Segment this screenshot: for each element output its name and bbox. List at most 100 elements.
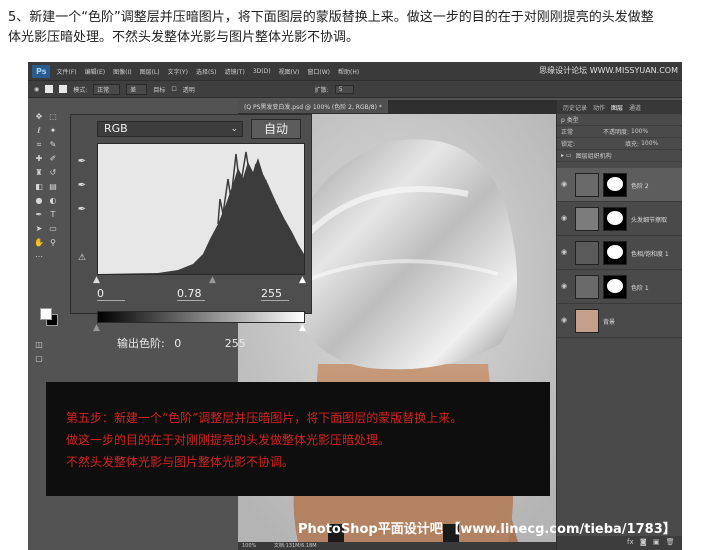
option-swatch-2[interactable] [59,85,68,93]
target-label: 目标 [153,86,166,94]
eraser-tool-icon[interactable]: ◧ [34,182,44,192]
doc-size-readout: 文档:131M/6.18M [273,543,317,549]
input-mid-field[interactable]: 0.78 [177,287,205,301]
type-tool-icon[interactable]: T [48,210,58,220]
layers-footer: fx ◙ ▣ 🗑 [557,536,682,550]
menu-select[interactable]: 选择(S) [196,67,217,76]
input-white-field[interactable]: 255 [261,287,289,301]
mask-icon[interactable]: ◙ [640,538,647,546]
eye-icon[interactable]: ◉ [561,316,567,324]
screen-mode-icon[interactable]: ▢ [34,354,44,364]
output-white-slider[interactable]: ▲ [299,323,306,333]
dodge-tool-icon[interactable]: ◐ [48,196,58,206]
layer-name: 背景 [603,319,616,326]
eye-icon[interactable]: ◉ [561,248,567,256]
zoom-tool-icon[interactable]: ⚲ [48,238,58,248]
overlay-line-1: 第五步：新建一个“色阶”调整层并压暗图片，将下面图层的蒙版替换上来。 [66,411,463,425]
magic-wand-icon[interactable]: ✦ [48,126,58,136]
overlay-line-3: 不然头发整体光影与图片整体光影不协调。 [66,455,295,469]
crop-tool-icon[interactable]: ⌗ [34,140,44,150]
lock-row: 锁定: 填充: 100% [557,138,682,150]
layer-row-levels-2[interactable]: ◉ 色阶 2 [557,168,682,202]
caption-line-1: 5、新建一个“色阶”调整层并压暗图片，将下面图层的蒙版替换上来。做这一步的目的在… [8,10,654,25]
lock-label: 锁定: [561,141,576,148]
status-bar: 100% 文档:131M/6.18M [238,542,556,550]
panel-tabs: 历史记录 动作 图层 通道 [557,100,682,114]
layer-row-hue-saturation[interactable]: ◉ 色相/饱和度 1 [557,236,682,270]
tab-channels[interactable]: 通道 [629,103,641,112]
fx-icon[interactable]: fx [627,538,634,546]
eye-icon[interactable]: ◉ [561,180,567,188]
input-white-slider[interactable]: ▲ [299,275,306,285]
spread-value[interactable]: 5 [334,84,354,94]
document-tab[interactable]: (Q PS黑发变白发.psd @ 100% (色阶 2, RGB/8) * [238,100,388,113]
transparent-checkbox[interactable]: ☐ [171,86,176,93]
ps-logo: Ps [32,64,51,78]
quick-mask-icon[interactable]: ◫ [34,340,44,350]
output-black-field[interactable]: 0 [174,337,181,350]
menu-view[interactable]: 视图(V) [279,67,300,76]
menu-3d[interactable]: 3D(D) [253,68,271,75]
auto-button[interactable]: 自动 [251,119,301,139]
marquee-tool-icon[interactable]: ⬚ [48,112,58,122]
foreground-color-swatch[interactable] [40,308,52,320]
new-layer-icon[interactable]: ▣ [653,538,660,546]
channel-select[interactable]: RGB ⌄ [97,121,243,137]
layer-row-levels-1[interactable]: ◉ 色阶 1 [557,270,682,304]
hand-tool-icon[interactable]: ✋ [34,238,44,248]
mode2-select[interactable]: 差 [126,83,148,95]
pen-tool-icon[interactable]: ✒ [34,210,44,220]
input-gray-slider[interactable]: ▲ [209,275,216,285]
menu-type[interactable]: 文字(Y) [168,67,188,76]
gradient-tool-icon[interactable]: ▤ [48,182,58,192]
brush-tool-icon[interactable]: ✐ [48,154,58,164]
opacity-value[interactable]: 100% [631,128,648,135]
layer-kind-filter[interactable]: p 类型 [561,115,579,124]
gray-point-eyedropper-icon[interactable]: ✒ [75,179,89,193]
menu-window[interactable]: 窗口(W) [307,67,330,76]
tab-layers[interactable]: 图层 [611,103,623,112]
menu-file[interactable]: 文件(F) [56,67,76,76]
menu-help[interactable]: 帮助(H) [338,67,359,76]
layer-thumb [575,207,599,231]
layer-group-row[interactable]: ▸ ▭ 图层组织机构 [557,150,682,162]
blend-row: 正常 不透明度: 100% [557,126,682,138]
fill-value[interactable]: 100% [641,140,658,147]
instruction-overlay: 第五步：新建一个“色阶”调整层并压暗图片，将下面图层的蒙版替换上来。 做这一步的… [46,382,550,496]
forum-watermark: 思缘设计论坛 WWW.MISSYUAN.COM [539,66,678,75]
stamp-tool-icon[interactable]: ♜ [34,168,44,178]
eyedropper-tool-icon[interactable]: ✎ [48,140,58,150]
lasso-tool-icon[interactable]: ℓ [34,126,44,136]
option-swatch-1[interactable] [45,85,54,93]
shape-tool-icon[interactable]: ▭ [48,224,58,234]
trash-icon[interactable]: 🗑 [666,538,675,546]
menu-layer[interactable]: 图层(L) [140,67,160,76]
path-select-icon[interactable]: ➤ [34,224,44,234]
output-white-field[interactable]: 255 [225,337,246,350]
layer-row-background[interactable]: ◉ 背景 [557,304,682,338]
healing-tool-icon[interactable]: ✚ [34,154,44,164]
layer-row-hair-detail[interactable]: ◉ 头发细节擦取 [557,202,682,236]
move-tool-icon[interactable]: ✥ [34,112,44,122]
menu-image[interactable]: 图像(I) [113,67,131,76]
input-black-field[interactable]: 0 [97,287,125,301]
more-tools-icon[interactable]: ⋯ [34,252,44,262]
output-black-slider[interactable]: ▲ [93,323,100,333]
tab-history[interactable]: 历史记录 [563,103,587,112]
input-black-slider[interactable]: ▲ [93,275,100,285]
group-name: 图层组织机构 [575,153,612,160]
eye-icon[interactable]: ◉ [561,214,567,222]
clipping-warning-icon[interactable]: ⚠ [75,251,89,265]
tab-actions[interactable]: 动作 [593,103,605,112]
white-point-eyedropper-icon[interactable]: ✒ [75,203,89,217]
layers-panel: 历史记录 动作 图层 通道 p 类型 正常 不透明度: 100% 锁定: 填充:… [556,100,682,550]
mode-select[interactable]: 正常 [93,83,121,95]
blur-tool-icon[interactable]: ● [34,196,44,206]
history-brush-icon[interactable]: ↺ [48,168,58,178]
brush-preset-icon[interactable]: ◉ [34,86,39,93]
menu-filter[interactable]: 滤镜(T) [224,67,244,76]
black-point-eyedropper-icon[interactable]: ✒ [75,155,89,169]
eye-icon[interactable]: ◉ [561,282,567,290]
menu-edit[interactable]: 编辑(E) [85,67,105,76]
blend-mode-select[interactable]: 正常 [561,127,573,136]
